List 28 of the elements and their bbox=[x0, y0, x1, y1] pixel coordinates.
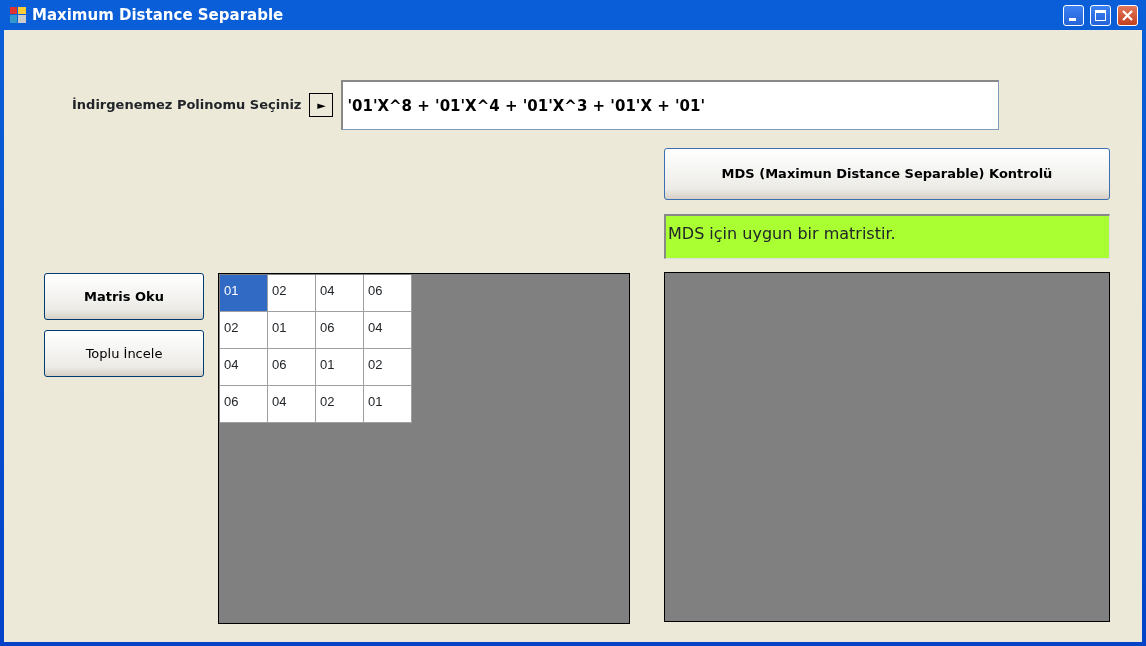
matrix-cell[interactable]: 02 bbox=[268, 275, 316, 312]
close-button[interactable] bbox=[1117, 4, 1138, 26]
maximize-button[interactable] bbox=[1090, 4, 1111, 26]
minimize-button[interactable] bbox=[1063, 4, 1084, 26]
matrix-cell[interactable]: 06 bbox=[220, 386, 268, 423]
window-title: Maximum Distance Separable bbox=[32, 4, 284, 26]
matrix-cell[interactable]: 01 bbox=[316, 349, 364, 386]
app-icon bbox=[10, 7, 26, 23]
polynomial-label: İndirgenemez Polinomu Seçiniz bbox=[72, 96, 302, 115]
action-button[interactable]: Toplu İncele bbox=[44, 330, 204, 377]
result-field: MDS için uygun bir matristir. bbox=[664, 214, 1110, 259]
matrix-cell[interactable]: 01 bbox=[220, 275, 268, 312]
matrix-cell[interactable]: 04 bbox=[364, 312, 412, 349]
matrix-cell[interactable]: 02 bbox=[364, 349, 412, 386]
polynomial-field[interactable]: '01'X^8 + '01'X^4 + '01'X^3 + '01'X + '01' bbox=[341, 80, 1000, 130]
matrix-cell[interactable]: 01 bbox=[268, 312, 316, 349]
picker-button[interactable]: ► bbox=[309, 93, 334, 117]
action-button[interactable]: Matris Oku bbox=[44, 273, 204, 320]
matrix-cell[interactable]: 04 bbox=[316, 275, 364, 312]
check-button[interactable]: MDS (Maximun Distance Separable) Kontrolü bbox=[664, 148, 1110, 200]
matrix-cell[interactable]: 02 bbox=[220, 312, 268, 349]
matrix-cell[interactable]: 06 bbox=[364, 275, 412, 312]
matrix-cell[interactable]: 02 bbox=[316, 386, 364, 423]
matrix-cell[interactable]: 01 bbox=[364, 386, 412, 423]
matrix-cell[interactable]: 06 bbox=[268, 349, 316, 386]
matrix-cell[interactable]: 06 bbox=[316, 312, 364, 349]
matrix-cell[interactable]: 04 bbox=[268, 386, 316, 423]
matrix-cell[interactable]: 04 bbox=[220, 349, 268, 386]
